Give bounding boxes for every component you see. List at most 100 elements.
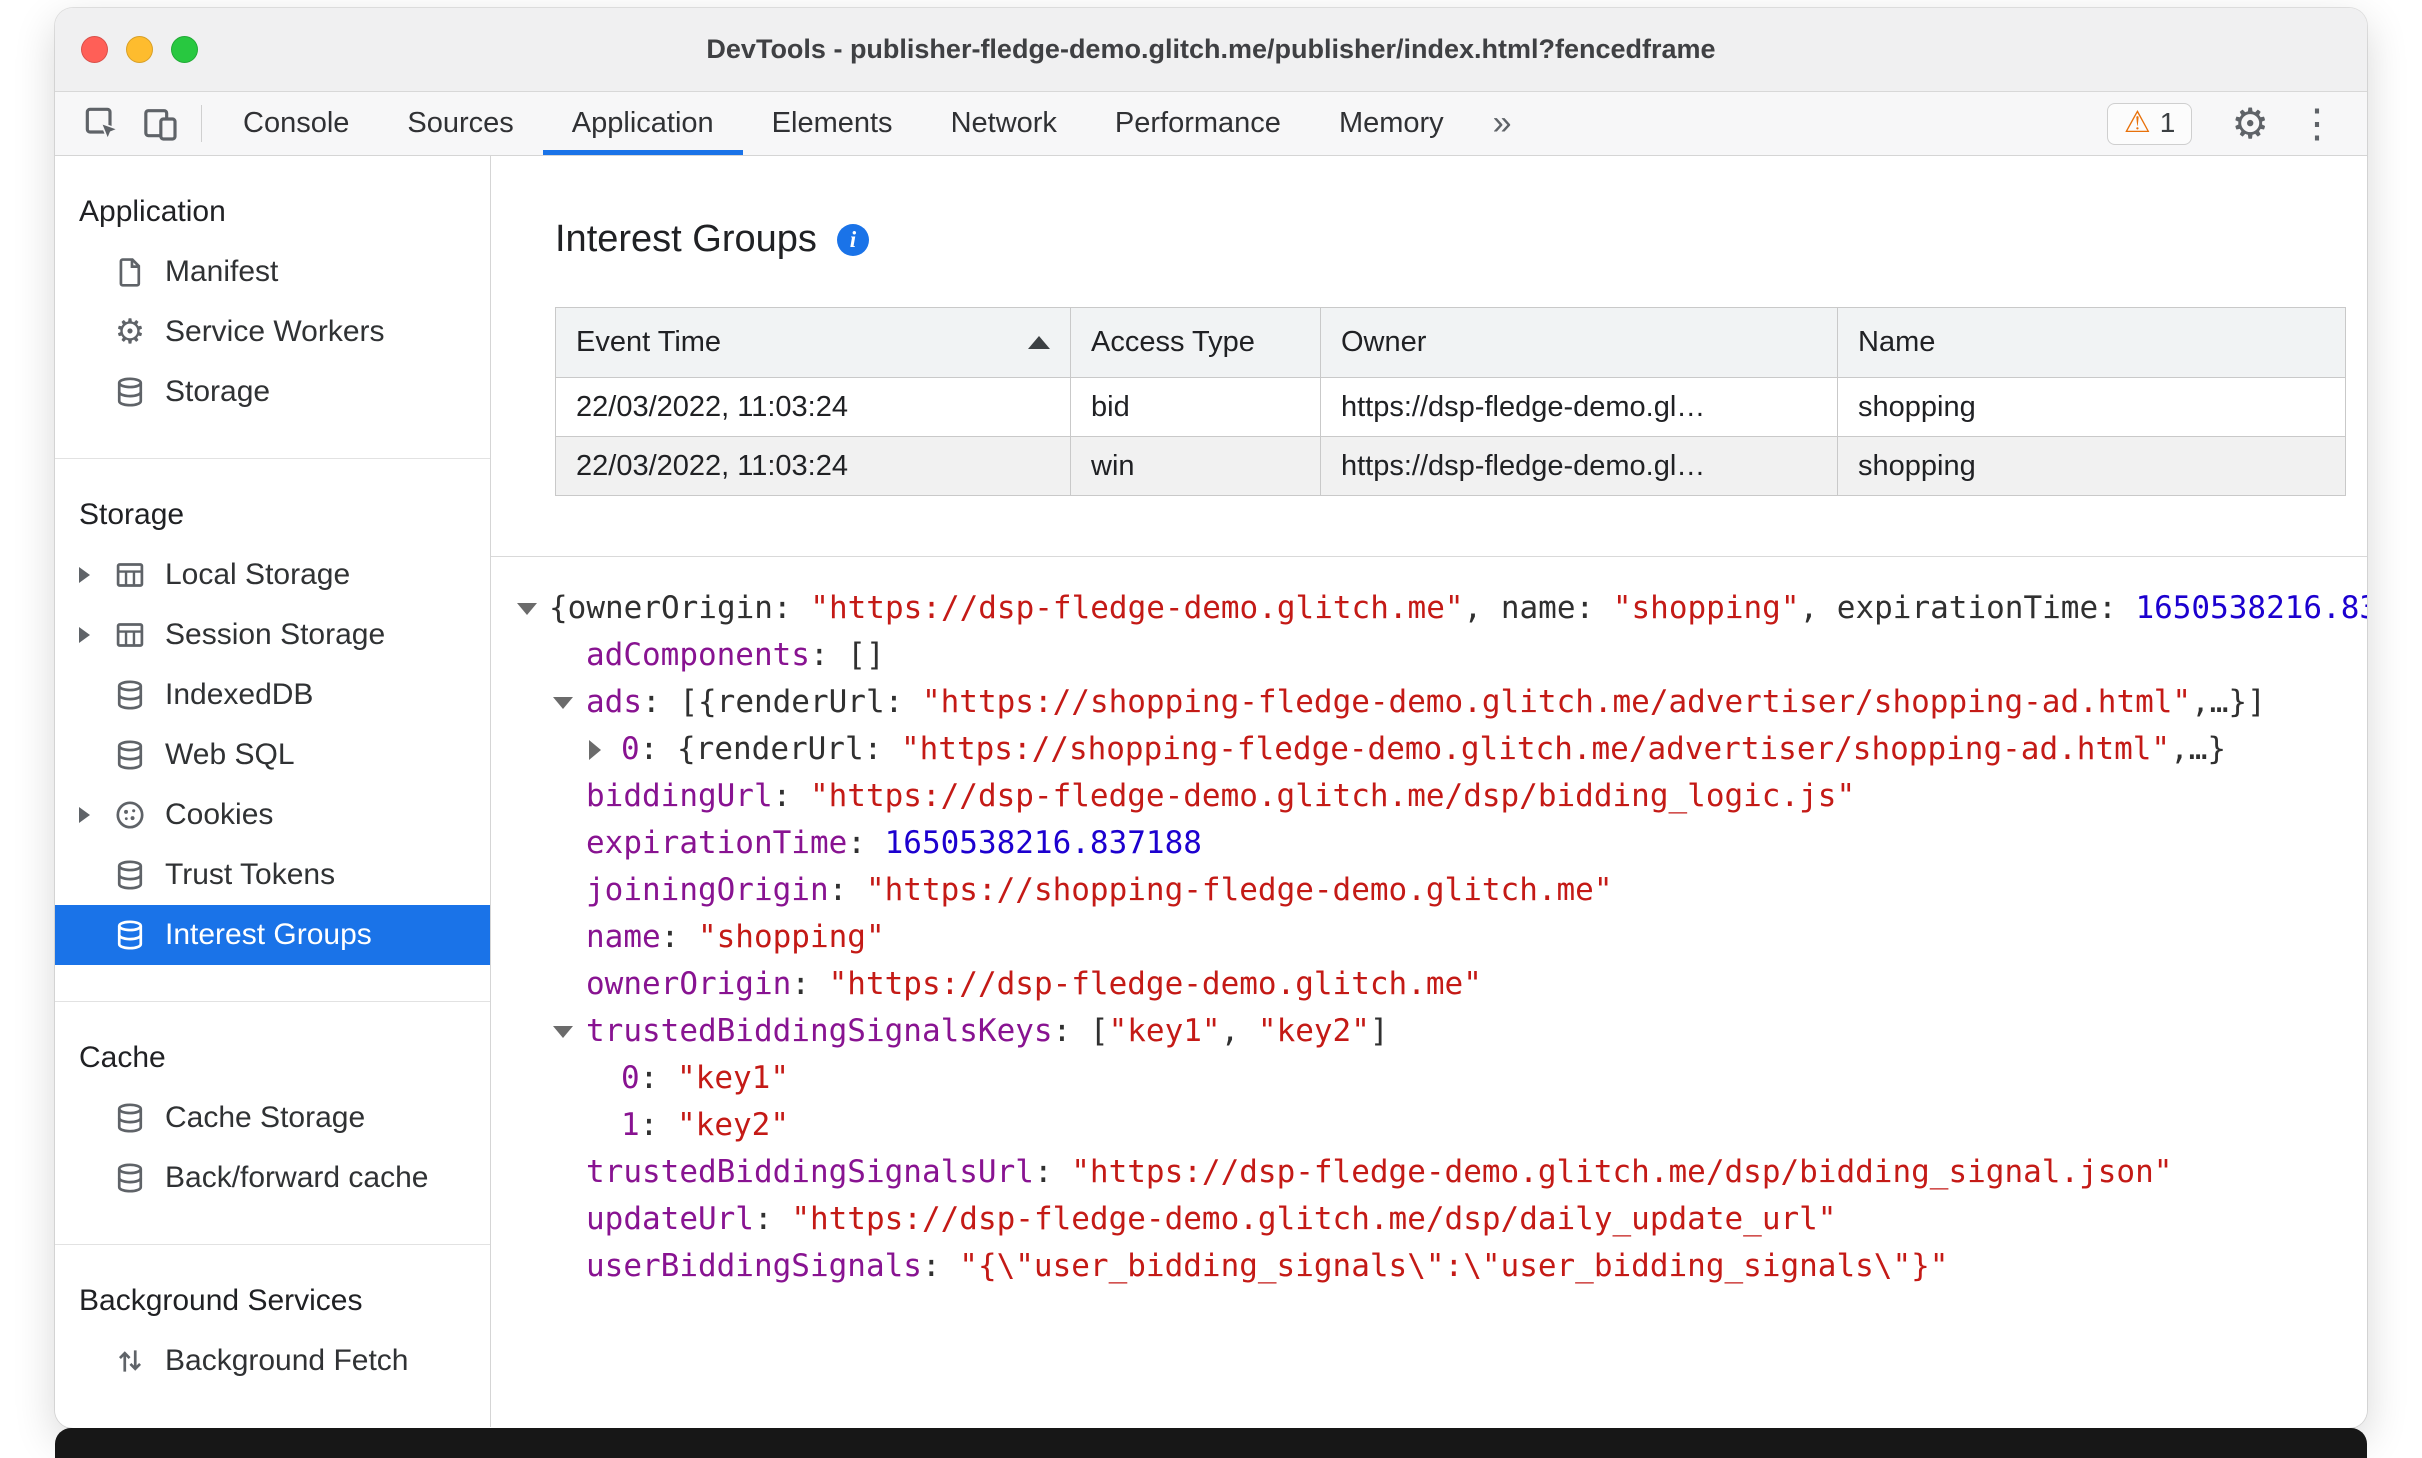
collapse-arrow-icon[interactable] — [553, 1026, 573, 1038]
sidebar-item-label: Manifest — [165, 255, 279, 288]
sidebar-item-storage[interactable]: Storage — [55, 362, 490, 422]
expander-slot — [79, 807, 109, 823]
database-icon — [111, 856, 149, 894]
expand-arrow-icon[interactable] — [79, 627, 90, 643]
tab-application[interactable]: Application — [542, 92, 743, 155]
sidebar-section-cache: Cache Cache Storage Back/forward cache — [55, 1001, 490, 1244]
section-title: Storage — [79, 498, 185, 531]
device-toolbar-button[interactable] — [131, 92, 189, 155]
sidebar-item-web-sql[interactable]: Web SQL — [55, 725, 490, 785]
database-icon — [111, 1159, 149, 1197]
tab-memory[interactable]: Memory — [1310, 92, 1473, 155]
sidebar-item-label: Web SQL — [165, 738, 295, 771]
table-row-bid[interactable]: 22/03/2022, 11:03:24 bid https://dsp-fle… — [555, 377, 2346, 437]
column-header-event-time[interactable]: Event Time — [555, 307, 1071, 378]
close-window-button[interactable] — [81, 36, 108, 63]
devtools-toolbar: Console Sources Application Elements Net… — [55, 92, 2367, 156]
sidebar-item-label: Background Fetch — [165, 1344, 409, 1377]
column-label: Access Type — [1091, 326, 1255, 358]
expand-arrow-icon[interactable] — [79, 807, 90, 823]
table-icon — [111, 616, 149, 654]
column-header-name[interactable]: Name — [1837, 307, 2346, 378]
sidebar-item-label: Service Workers — [165, 315, 385, 348]
sidebar-item-label: Storage — [165, 375, 271, 408]
column-label: Owner — [1341, 326, 1427, 358]
column-label: Event Time — [576, 326, 722, 358]
tree-row-trustedbiddingsignalskeys[interactable]: trustedBiddingSignalsKeys: ["key1", "key… — [491, 1008, 2367, 1055]
interest-group-details-tree: {ownerOrigin: "https://dsp-fledge-demo.g… — [491, 585, 2367, 1290]
tab-performance[interactable]: Performance — [1086, 92, 1310, 155]
cell-access-type: win — [1070, 436, 1321, 496]
more-options-button[interactable]: ⋮ — [2283, 104, 2351, 144]
titlebar: DevTools - publisher-fledge-demo.glitch.… — [55, 8, 2367, 92]
sidebar-item-label: Trust Tokens — [165, 858, 336, 891]
tree-row-joiningorigin[interactable]: joiningOrigin: "https://shopping-fledge-… — [491, 867, 2367, 914]
toolbar-right: ⚠ 1 ⚙ ⋮ — [2082, 92, 2367, 155]
tree-row-ownerorigin[interactable]: ownerOrigin: "https://dsp-fledge-demo.gl… — [491, 961, 2367, 1008]
tree-row-key-0[interactable]: 0: "key1" — [491, 1055, 2367, 1102]
settings-button[interactable]: ⚙ — [2217, 99, 2283, 147]
inspect-element-button[interactable] — [73, 92, 131, 155]
devtools-content: Application Manifest ⚙ Service Workers S… — [55, 156, 2367, 1427]
tab-network[interactable]: Network — [922, 92, 1086, 155]
preview-pane-divider — [491, 556, 2367, 557]
sidebar-item-manifest[interactable]: Manifest — [55, 242, 490, 302]
cell-owner: https://dsp-fledge-demo.gl… — [1320, 436, 1838, 496]
section-title: Background Services — [79, 1284, 363, 1317]
more-tabs-button[interactable]: » — [1473, 92, 1532, 155]
tree-row-trustedbiddingsignalsurl[interactable]: trustedBiddingSignalsUrl: "https://dsp-f… — [491, 1149, 2367, 1196]
sidebar-item-interest-groups[interactable]: Interest Groups — [55, 905, 490, 965]
sidebar-item-cookies[interactable]: Cookies — [55, 785, 490, 845]
toolbar-separator — [201, 105, 202, 142]
inspect-cursor-icon — [85, 107, 121, 142]
sidebar-item-back-forward-cache[interactable]: Back/forward cache — [55, 1148, 490, 1208]
tree-row-adcomponents[interactable]: adComponents: [] — [491, 632, 2367, 679]
sidebar-item-background-fetch[interactable]: Background Fetch — [55, 1331, 490, 1391]
info-glyph: i — [849, 226, 857, 252]
tab-elements[interactable]: Elements — [743, 92, 922, 155]
column-header-owner[interactable]: Owner — [1320, 307, 1838, 378]
sidebar-item-label: IndexedDB — [165, 678, 314, 711]
table-row-win[interactable]: 22/03/2022, 11:03:24 win https://dsp-fle… — [555, 436, 2346, 496]
zoom-window-button[interactable] — [171, 36, 198, 63]
expand-arrow-icon[interactable] — [589, 740, 601, 760]
tab-console[interactable]: Console — [214, 92, 378, 155]
sidebar-item-local-storage[interactable]: Local Storage — [55, 545, 490, 605]
database-icon — [111, 736, 149, 774]
three-dots-icon: ⋮ — [2297, 101, 2337, 146]
tree-row-biddingurl[interactable]: biddingUrl: "https://dsp-fledge-demo.gli… — [491, 773, 2367, 820]
minimize-window-button[interactable] — [126, 36, 153, 63]
tree-row-ads[interactable]: ads: [{renderUrl: "https://shopping-fled… — [491, 679, 2367, 726]
sidebar-item-indexeddb[interactable]: IndexedDB — [55, 665, 490, 725]
background-window-bar — [55, 1428, 2367, 1458]
issues-counter-button[interactable]: ⚠ 1 — [2106, 102, 2193, 145]
sidebar-item-session-storage[interactable]: Session Storage — [55, 605, 490, 665]
column-label: Name — [1858, 326, 1936, 358]
tree-row-root[interactable]: {ownerOrigin: "https://dsp-fledge-demo.g… — [491, 585, 2367, 632]
application-sidebar: Application Manifest ⚙ Service Workers S… — [55, 156, 491, 1427]
sidebar-item-service-workers[interactable]: ⚙ Service Workers — [55, 302, 490, 362]
tree-row-ads-0[interactable]: 0: {renderUrl: "https://shopping-fledge-… — [491, 726, 2367, 773]
tree-row-key-1[interactable]: 1: "key2" — [491, 1102, 2367, 1149]
sidebar-item-trust-tokens[interactable]: Trust Tokens — [55, 845, 490, 905]
collapse-arrow-icon[interactable] — [517, 603, 537, 615]
tab-sources[interactable]: Sources — [378, 92, 542, 155]
sidebar-item-label: Interest Groups — [165, 918, 372, 951]
tree-row-userbiddingsignals[interactable]: userBiddingSignals: "{\"user_bidding_sig… — [491, 1243, 2367, 1290]
info-icon[interactable]: i — [836, 223, 869, 256]
cell-event-time: 22/03/2022, 11:03:24 — [555, 377, 1071, 437]
cookie-icon — [111, 796, 149, 834]
tree-row-expirationtime[interactable]: expirationTime: 1650538216.837188 — [491, 820, 2367, 867]
column-header-access-type[interactable]: Access Type — [1070, 307, 1321, 378]
expand-arrow-icon[interactable] — [79, 567, 90, 583]
sidebar-item-cache-storage[interactable]: Cache Storage — [55, 1088, 490, 1148]
device-toolbar-icon — [144, 108, 177, 141]
sidebar-item-label: Back/forward cache — [165, 1161, 429, 1194]
collapse-arrow-icon[interactable] — [553, 697, 573, 709]
interest-groups-panel: Interest Groups i Event Time Access Type… — [491, 156, 2367, 1427]
gear-icon: ⚙ — [2231, 99, 2269, 147]
gear-glyph: ⚙ — [114, 313, 146, 351]
tree-row-updateurl[interactable]: updateUrl: "https://dsp-fledge-demo.glit… — [491, 1196, 2367, 1243]
tree-row-name[interactable]: name: "shopping" — [491, 914, 2367, 961]
table-icon — [111, 556, 149, 594]
